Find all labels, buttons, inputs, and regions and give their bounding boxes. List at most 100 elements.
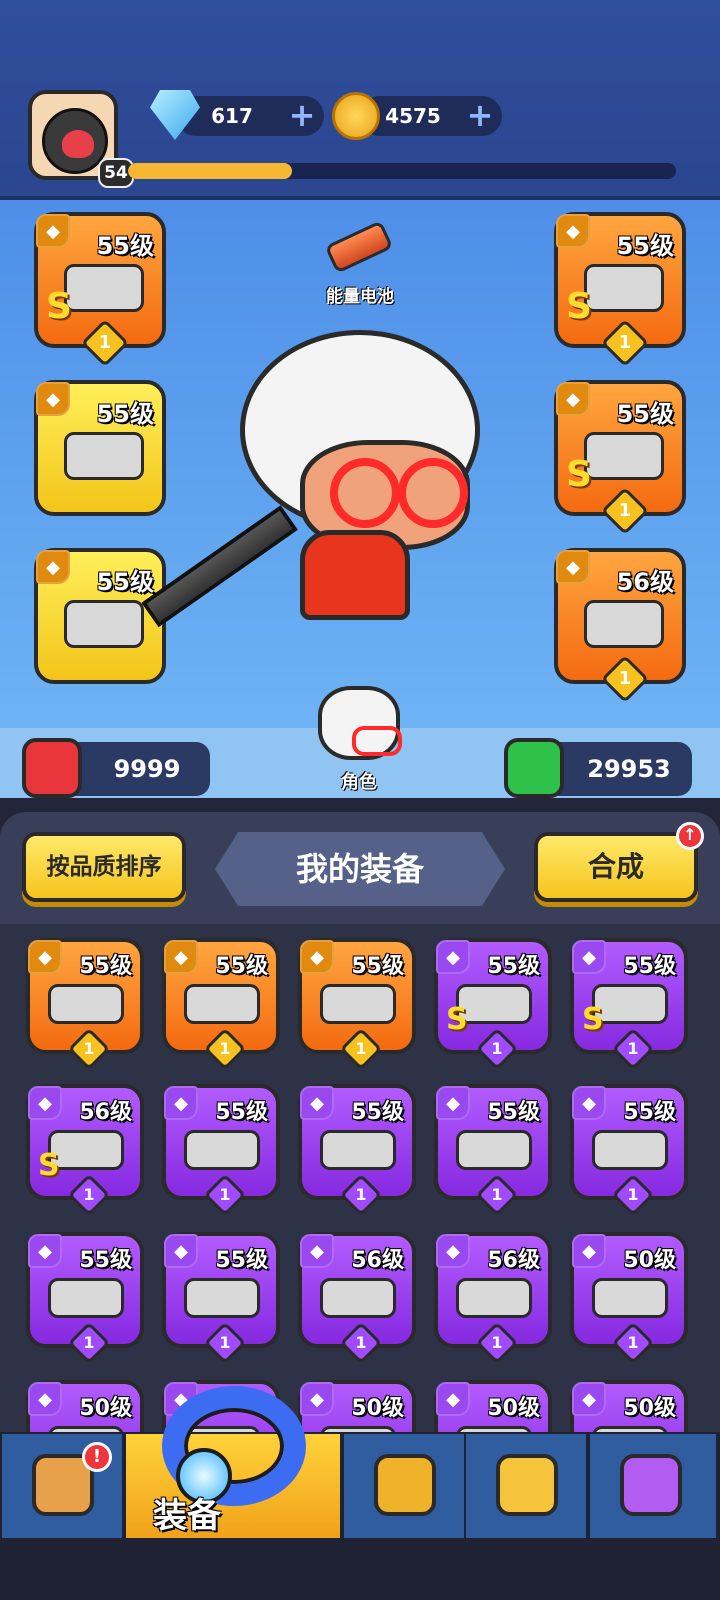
item-level: 55级 — [215, 1100, 268, 1125]
equipment-grid-item[interactable]: ◆ 55级 1 — [162, 1084, 280, 1217]
equipment-grid-item[interactable]: ◆ 55级 1 — [298, 938, 416, 1071]
boots-icon — [320, 1278, 396, 1318]
nav-tab-battle-star[interactable] — [344, 1434, 466, 1538]
ring-type-icon: ◆ — [436, 1086, 470, 1120]
boot-icon: ◆ — [556, 550, 590, 584]
energy-battery-button[interactable] — [318, 220, 402, 274]
item-level: 55级 — [351, 1100, 404, 1125]
hero-character[interactable] — [240, 330, 480, 650]
item-level: 55级 — [79, 954, 132, 979]
item-level: 55级 — [487, 954, 540, 979]
equipment-grid-item[interactable]: ◆ 56级 1 — [298, 1232, 416, 1365]
item-count: 1 — [618, 668, 632, 689]
equipment-grid-item[interactable]: ◆ 56级 1 — [434, 1232, 552, 1365]
equipment-slot-gloves[interactable]: ◆ 55级 S 1 — [570, 938, 688, 1071]
merge-upgrade-badge: ↑ — [676, 822, 704, 850]
item-count: 1 — [627, 1039, 639, 1058]
my-equipment-title: 我的装备 — [295, 850, 424, 888]
nav-tab-shop[interactable]: ! — [2, 1434, 124, 1538]
belt-type-icon: ◆ — [300, 940, 334, 974]
item-level: 55级 — [215, 1248, 268, 1273]
boots-icon — [584, 600, 664, 648]
item-level: 55级 — [616, 232, 674, 260]
belt-icon: ◆ — [556, 382, 590, 416]
notification-badge: ! — [82, 1442, 112, 1472]
nav-tab-capsule[interactable] — [590, 1434, 718, 1538]
equipment-slot-coat[interactable]: ◆ 55级 1 — [162, 938, 280, 1071]
nav-label-equipment: 装备 — [153, 1496, 221, 1536]
dagger-icon — [64, 264, 144, 312]
xp-progress-fill — [128, 163, 293, 179]
equipment-slot-belt[interactable]: ◆ 55级 1 — [570, 1084, 688, 1217]
equipment-grid-item[interactable]: ◆ 55级 S 1 — [434, 938, 552, 1071]
merge-button[interactable]: 合成 — [534, 832, 698, 902]
equipment-slot-gloves[interactable]: ◆ 55级 1 — [162, 1232, 280, 1365]
knife-type-icon: ◆ — [300, 1086, 334, 1120]
hero-body — [300, 530, 410, 620]
hp-value: 29953 — [587, 755, 671, 783]
equipment-slot-ring[interactable]: ◆ 55级 — [34, 548, 166, 684]
gloves-type-icon: ◆ — [28, 1234, 62, 1268]
add-coins-button[interactable]: + — [464, 99, 496, 132]
equipment-slot-knife[interactable]: ◆ 55级 1 — [298, 1084, 416, 1217]
skull-icon — [62, 130, 94, 158]
equipment-slot-belt[interactable]: ◆ 55级 1 — [298, 938, 416, 1071]
gun-icon: ◆ — [36, 214, 70, 248]
equipment-slot-boots[interactable]: ◆ 56级 1 — [554, 548, 686, 704]
coat-icon — [184, 984, 260, 1024]
equipment-slot-crossbow[interactable]: ◆ 50级 1 — [570, 1232, 688, 1365]
coat-type-icon: ◆ — [164, 940, 198, 974]
equipment-slot-armor[interactable]: ◆ 55级 S 1 — [554, 212, 686, 368]
equipment-grid-item[interactable]: ◆ 55级 1 — [162, 1232, 280, 1365]
item-level: 56级 — [79, 1100, 132, 1125]
equipment-grid-item[interactable]: ◆ 55级 1 — [162, 938, 280, 1071]
equipment-slot-ring[interactable]: ◆ 55级 1 — [434, 1084, 552, 1217]
equipment-grid-item[interactable]: ◆ 55级 1 — [570, 1084, 688, 1217]
heart-icon — [504, 738, 564, 798]
equipment-slot-boots[interactable]: ◆ 56级 1 — [298, 1232, 416, 1365]
item-level: 50级 — [487, 1396, 540, 1421]
xp-progress-bar — [128, 163, 676, 179]
attack-value: 9999 — [113, 755, 181, 783]
equipment-grid-item[interactable]: ◆ 55级 S 1 — [570, 938, 688, 1071]
add-gems-button[interactable]: + — [286, 99, 318, 132]
gloves-icon — [184, 1278, 260, 1318]
equipment-slot-boots[interactable]: ◆ 56级 1 — [434, 1232, 552, 1365]
armor-type-icon: ◆ — [300, 1382, 334, 1416]
equipment-slot-belt[interactable]: ◆ 55级 S 1 — [554, 380, 686, 536]
armor-icon — [584, 264, 664, 312]
equipment-grid-item[interactable]: ◆ 55级 1 — [298, 1084, 416, 1217]
character-head-icon — [318, 686, 402, 760]
character-button[interactable] — [316, 680, 402, 780]
item-count: 1 — [219, 1185, 231, 1204]
equipment-slot-pistol[interactable]: ◆ 55级 1 — [162, 1084, 280, 1217]
equipment-grid-item[interactable]: ◆ 55级 1 — [26, 1232, 144, 1365]
item-level: 50级 — [623, 1248, 676, 1273]
item-level: 55级 — [623, 1100, 676, 1125]
item-level: 55级 — [351, 954, 404, 979]
nav-tab-egg-chick[interactable] — [466, 1434, 588, 1538]
equipment-slot-dagger[interactable]: ◆ 55级 S 1 — [34, 212, 166, 368]
equipment-grid-item[interactable]: ◆ 50级 1 — [570, 1232, 688, 1365]
gloves-type-icon: ◆ — [164, 1234, 198, 1268]
equipment-slot-gloves[interactable]: ◆ 55级 — [34, 380, 166, 516]
energy-battery-label: 能量电池 — [326, 287, 394, 307]
belt-icon — [584, 432, 664, 480]
equipment-grid-item[interactable]: ◆ 56级 S 1 — [26, 1084, 144, 1217]
item-count: 1 — [627, 1185, 639, 1204]
hp-stat: 29953 — [504, 738, 692, 798]
battery-icon — [324, 220, 394, 274]
sort-by-quality-button[interactable]: 按品质排序 — [22, 832, 186, 902]
equipment-slot-gloves[interactable]: ◆ 55级 1 — [26, 1232, 144, 1365]
item-count: 1 — [618, 332, 632, 353]
rank-badge: S — [582, 1002, 604, 1037]
equipment-grid-item[interactable]: ◆ 55级 1 — [26, 938, 144, 1071]
capsule-icon — [620, 1454, 682, 1516]
equipment-grid-item[interactable]: ◆ 55级 1 — [434, 1084, 552, 1217]
hero-glasses-right — [398, 458, 468, 528]
boots-type-icon: ◆ — [300, 1234, 334, 1268]
equipment-slot-boots[interactable]: ◆ 56级 S 1 — [26, 1084, 144, 1217]
equipment-slot-pistol[interactable]: ◆ 55级 1 — [26, 938, 144, 1071]
item-count: 1 — [219, 1039, 231, 1058]
equipment-slot-dagger[interactable]: ◆ 55级 S 1 — [434, 938, 552, 1071]
